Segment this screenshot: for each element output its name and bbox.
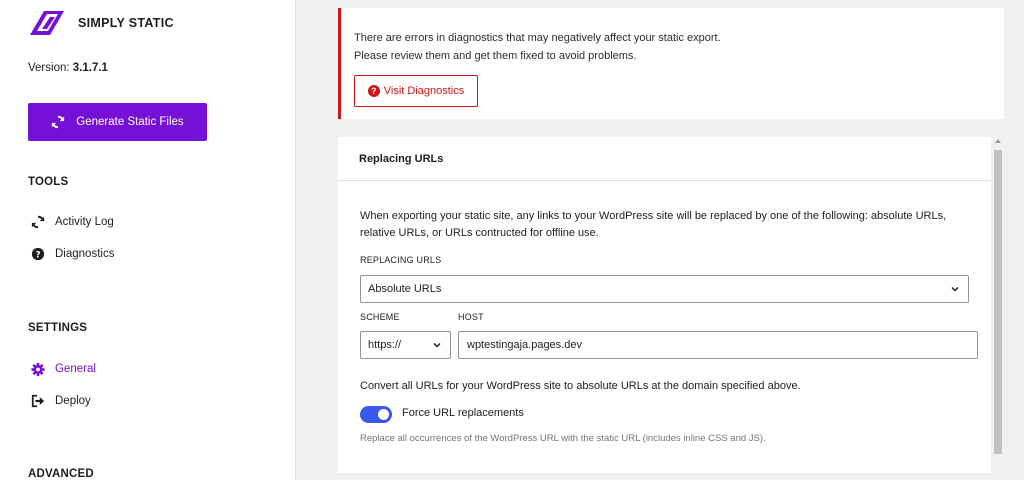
visit-diagnostics-label: Visit Diagnostics <box>383 85 465 97</box>
host-input[interactable]: wptestingaja.pages.dev <box>458 331 978 359</box>
settings-heading: SETTINGS <box>28 322 88 334</box>
generate-static-files-button[interactable]: Generate Static Files <box>28 103 207 141</box>
svg-text:?: ? <box>35 251 40 261</box>
scroll-up-arrow-icon[interactable] <box>995 139 1001 143</box>
nav-item-label: Deploy <box>55 395 91 407</box>
replacing-urls-label: REPLACING URLS <box>360 255 442 265</box>
sync-icon <box>52 115 65 129</box>
nav-item-diagnostics[interactable]: ? Diagnostics <box>31 247 114 261</box>
nav-item-activity-log[interactable]: Activity Log <box>31 215 114 229</box>
chevron-down-icon <box>433 342 441 348</box>
panel-title: Replacing URLs <box>338 137 991 181</box>
force-url-replacements-toggle[interactable] <box>360 406 392 423</box>
notice-line-2: Please review them and get them fixed to… <box>354 50 637 62</box>
version-label: Version: <box>28 62 70 74</box>
force-url-replacements-label: Force URL replacements <box>402 407 524 419</box>
scheme-label: SCHEME <box>360 312 400 322</box>
nav-item-label: General <box>55 363 96 375</box>
advanced-heading: ADVANCED <box>28 468 94 480</box>
sidebar: SIMPLY STATIC Version: 3.1.7.1 Generate … <box>0 0 296 480</box>
gear-icon <box>31 362 45 376</box>
convert-urls-note: Convert all URLs for your WordPress site… <box>360 380 801 392</box>
simply-static-logo-icon <box>30 11 64 35</box>
exit-icon <box>31 394 45 408</box>
chevron-down-icon <box>951 286 959 292</box>
panel-description: When exporting your static site, any lin… <box>360 210 947 239</box>
panel-scrollbar[interactable] <box>993 137 1003 473</box>
notice-line-1: There are errors in diagnostics that may… <box>354 32 721 44</box>
diagnostics-error-notice: There are errors in diagnostics that may… <box>338 8 1004 119</box>
replacing-urls-select[interactable]: Absolute URLs <box>360 275 969 303</box>
visit-diagnostics-button[interactable]: ? Visit Diagnostics <box>354 75 478 107</box>
nav-item-general[interactable]: General <box>31 362 96 376</box>
nav-item-label: Diagnostics <box>55 248 115 260</box>
replacing-urls-panel: Replacing URLs When exporting your stati… <box>338 137 991 473</box>
nav-item-label: Activity Log <box>55 216 114 228</box>
version-value: 3.1.7.1 <box>72 62 108 74</box>
select-value: https:// <box>368 339 402 351</box>
select-value: Absolute URLs <box>368 283 442 295</box>
version-info: Version: 3.1.7.1 <box>28 62 108 74</box>
brand-name: SIMPLY STATIC <box>78 16 174 30</box>
tools-heading: TOOLS <box>28 176 69 188</box>
host-label: HOST <box>458 312 484 322</box>
force-url-help-text: Replace all occurrences of the WordPress… <box>360 433 766 444</box>
sync-icon <box>31 215 45 229</box>
app-logo[interactable]: SIMPLY STATIC <box>30 9 174 37</box>
generate-button-label: Generate Static Files <box>76 116 184 128</box>
help-circle-icon: ? <box>31 247 45 261</box>
help-circle-icon: ? <box>367 85 380 97</box>
scheme-select[interactable]: https:// <box>360 331 451 359</box>
scrollbar-thumb[interactable] <box>994 150 1002 454</box>
nav-item-deploy[interactable]: Deploy <box>31 394 91 408</box>
toggle-knob <box>378 409 389 420</box>
